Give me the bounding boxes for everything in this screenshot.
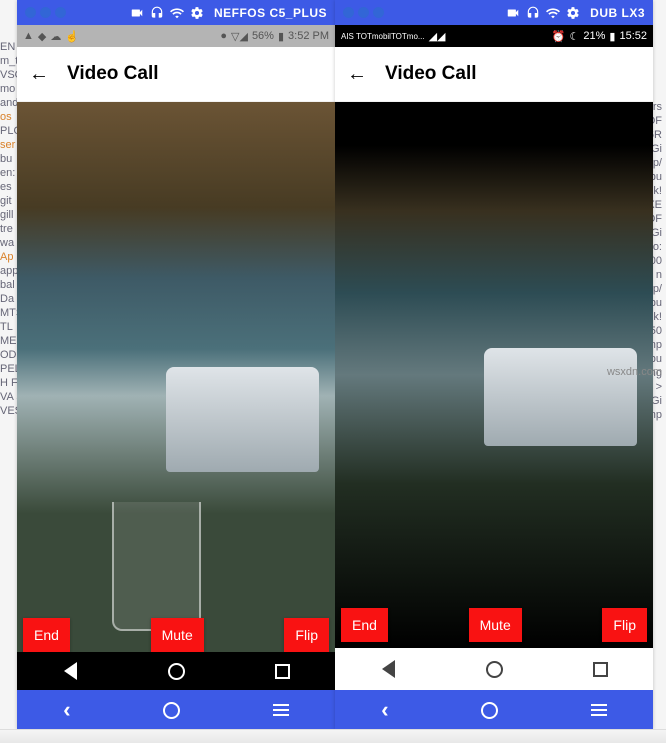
scene-vehicle bbox=[484, 348, 637, 446]
call-controls: End Mute Flip bbox=[17, 618, 335, 652]
headphones-icon bbox=[150, 6, 164, 20]
emu-menu-icon[interactable] bbox=[273, 704, 289, 716]
battery-icon: ▮ bbox=[609, 30, 615, 43]
os-dock bbox=[0, 729, 666, 743]
nav-recent[interactable] bbox=[271, 660, 293, 682]
emulator-window-right: DUB LX3 AIS TOTmobilTOTmo... ◢◢ ⏰ ☾ 21% … bbox=[335, 0, 653, 730]
app-bar: ← Video Call bbox=[335, 47, 653, 102]
emu-home-icon[interactable] bbox=[481, 702, 498, 719]
scene-glass bbox=[112, 502, 201, 631]
emu-menu-icon[interactable] bbox=[591, 704, 607, 716]
alarm-icon: ⏰ bbox=[552, 30, 566, 43]
flip-camera-button[interactable]: Flip bbox=[284, 618, 329, 652]
carrier-label: AIS TOTmobilTOTmo... bbox=[341, 32, 425, 41]
clock: 15:52 bbox=[619, 30, 647, 42]
mute-button[interactable]: Mute bbox=[469, 608, 522, 642]
emu-back-icon[interactable]: ‹ bbox=[63, 697, 70, 723]
end-call-button[interactable]: End bbox=[23, 618, 70, 652]
gear-icon bbox=[190, 6, 204, 20]
nav-recent[interactable] bbox=[589, 658, 611, 680]
notification-icon: ◆ bbox=[38, 30, 46, 43]
gear-icon bbox=[566, 6, 580, 20]
wifi-icon bbox=[170, 6, 184, 20]
device-name: NEFFOS C5_PLUS bbox=[214, 6, 327, 20]
nav-back[interactable] bbox=[59, 660, 81, 682]
video-remote-feed bbox=[17, 102, 335, 690]
videocam-icon bbox=[130, 6, 144, 20]
mute-button[interactable]: Mute bbox=[151, 618, 204, 652]
signal-icon: ▽◢ bbox=[231, 30, 248, 43]
window-close-dot[interactable] bbox=[25, 7, 36, 18]
emulator-nav-bar: ‹ bbox=[335, 690, 653, 730]
back-arrow-icon[interactable]: ← bbox=[29, 63, 49, 86]
emu-back-icon[interactable]: ‹ bbox=[381, 697, 388, 723]
window-max-dot[interactable] bbox=[55, 7, 66, 18]
window-min-dot[interactable] bbox=[358, 7, 369, 18]
clock: 3:52 PM bbox=[288, 30, 329, 42]
touch-icon: ☝ bbox=[65, 30, 79, 43]
dot-icon: ● bbox=[220, 30, 227, 42]
app-title: Video Call bbox=[67, 63, 159, 85]
battery-percent: 21% bbox=[583, 30, 605, 42]
nav-back[interactable] bbox=[377, 658, 399, 680]
nav-home[interactable] bbox=[483, 658, 505, 680]
headphones-icon bbox=[526, 6, 540, 20]
emulator-title-bar: NEFFOS C5_PLUS bbox=[17, 0, 335, 25]
android-nav-bar bbox=[17, 652, 335, 690]
app-title: Video Call bbox=[385, 63, 477, 85]
scene-vehicle bbox=[166, 367, 319, 473]
call-controls: End Mute Flip bbox=[335, 608, 653, 642]
warning-icon: ▲ bbox=[23, 30, 34, 42]
emulator-title-bar: DUB LX3 bbox=[335, 0, 653, 25]
android-status-bar: ▲ ◆ ☁ ☝ ● ▽◢ 56% ▮ 3:52 PM bbox=[17, 25, 335, 47]
window-min-dot[interactable] bbox=[40, 7, 51, 18]
android-status-bar: AIS TOTmobilTOTmo... ◢◢ ⏰ ☾ 21% ▮ 15:52 bbox=[335, 25, 653, 47]
app-bar: ← Video Call bbox=[17, 47, 335, 102]
emulator-nav-bar: ‹ bbox=[17, 690, 335, 730]
end-call-button[interactable]: End bbox=[341, 608, 388, 642]
battery-percent: 56% bbox=[252, 30, 274, 42]
window-max-dot[interactable] bbox=[373, 7, 384, 18]
device-name: DUB LX3 bbox=[590, 6, 645, 20]
battery-icon: ▮ bbox=[278, 30, 284, 43]
video-remote-feed bbox=[335, 102, 653, 648]
watermark: wsxdn.com bbox=[607, 366, 662, 378]
video-call-area[interactable]: End Mute Flip bbox=[335, 102, 653, 648]
videocam-icon bbox=[506, 6, 520, 20]
emu-home-icon[interactable] bbox=[163, 702, 180, 719]
android-nav-bar bbox=[335, 648, 653, 690]
window-close-dot[interactable] bbox=[343, 7, 354, 18]
moon-icon: ☾ bbox=[570, 30, 580, 43]
cloud-icon: ☁ bbox=[50, 30, 61, 43]
flip-camera-button[interactable]: Flip bbox=[602, 608, 647, 642]
wifi-icon bbox=[546, 6, 560, 20]
signal-icon: ◢◢ bbox=[429, 30, 446, 43]
back-arrow-icon[interactable]: ← bbox=[347, 63, 367, 86]
emulator-window-left: NEFFOS C5_PLUS ▲ ◆ ☁ ☝ ● ▽◢ 56% ▮ 3:52 P… bbox=[17, 0, 335, 730]
nav-home[interactable] bbox=[165, 660, 187, 682]
video-call-area[interactable]: End Mute Flip bbox=[17, 102, 335, 690]
